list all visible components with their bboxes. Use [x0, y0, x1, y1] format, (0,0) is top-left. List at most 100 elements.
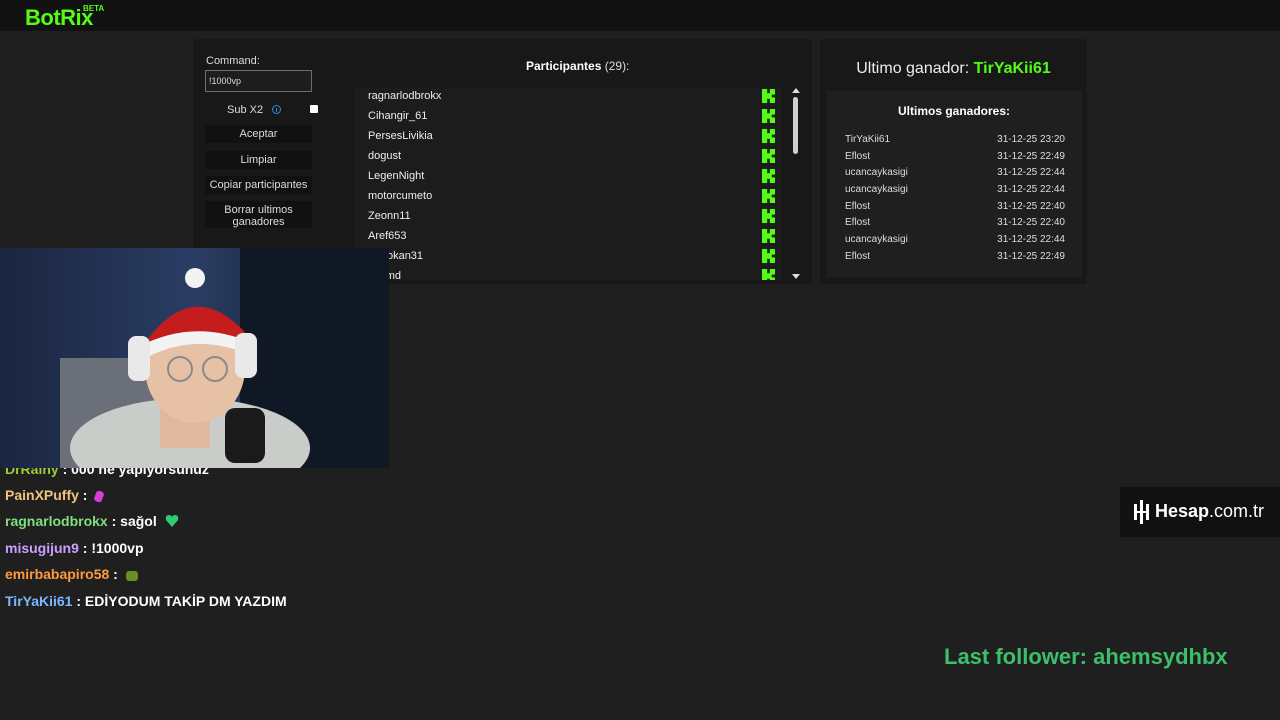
chat-text: EDİYODUM TAKİP DM YAZDIM	[84, 593, 287, 609]
participants-scrollbar[interactable]	[791, 88, 801, 279]
winner-date: 31-12-25 22:40	[997, 217, 1065, 228]
chat-username[interactable]: misugijun9	[5, 540, 79, 556]
kick-icon	[762, 109, 775, 123]
list-item[interactable]: Cihangir_61	[353, 107, 783, 127]
table-row: ucancaykasigi 31-12-25 22:44	[845, 167, 1065, 183]
hesap-logo-icon	[1134, 500, 1149, 524]
winner-date: 31-12-25 22:44	[997, 234, 1065, 245]
participants-title: Participantes (29):	[526, 59, 629, 73]
table-row: ucancaykasigi 31-12-25 22:44	[845, 234, 1065, 250]
winner-name: Eflost	[845, 151, 871, 162]
participants-count: (29):	[604, 59, 630, 73]
chat-username[interactable]: ragnarlodbrokx	[5, 513, 108, 529]
kick-icon	[762, 129, 775, 143]
chat-username[interactable]: PainXPuffy	[5, 487, 79, 503]
kick-icon	[762, 149, 775, 163]
kick-icon	[762, 89, 775, 103]
list-item[interactable]: PersesLivikia	[353, 127, 783, 147]
table-row: Eflost 31-12-25 22:49	[845, 151, 1065, 167]
emote-icon	[93, 489, 105, 504]
winner-date: 31-12-25 22:49	[997, 251, 1065, 262]
kick-icon	[762, 209, 775, 223]
table-row: Eflost 31-12-25 22:40	[845, 201, 1065, 217]
table-row: ucancaykasigi 31-12-25 22:44	[845, 184, 1065, 200]
winners-list-title: Ultimos ganadores:	[897, 104, 1011, 118]
chat-text: sağol	[120, 513, 157, 529]
participant-name: Cihangir_61	[368, 110, 428, 122]
participant-name: PersesLivikia	[368, 130, 433, 142]
delete-winners-button[interactable]: Borrar ultimos ganadores	[205, 201, 312, 228]
command-label: Command:	[206, 55, 260, 67]
participant-name: Zeonn11	[368, 210, 411, 222]
winners-panel: Ultimo ganador: TirYaKii61 Ultimos ganad…	[820, 39, 1087, 284]
winners-list: Ultimos ganadores: TirYaKii61 31-12-25 23…	[826, 91, 1082, 277]
list-item[interactable]: motorcumeto	[353, 187, 783, 207]
chat-message: TirYaKii61 : EDİYODUM TAKİP DM YAZDIM	[5, 593, 287, 609]
streamer-webcam-image	[0, 248, 389, 468]
info-icon[interactable]	[272, 105, 281, 114]
list-item[interactable]: ragnarlodbrokx	[353, 87, 783, 107]
last-winner: Ultimo ganador: TirYaKii61	[820, 60, 1087, 78]
winner-name: ucancaykasigi	[845, 167, 908, 178]
subx2-checkbox[interactable]	[310, 105, 318, 113]
chat-message: emirbabapiro58 :	[5, 566, 138, 582]
top-bar: BotRix BETA	[0, 0, 1280, 31]
accept-button[interactable]: Aceptar	[205, 125, 312, 143]
table-row: Eflost 31-12-25 22:49	[845, 251, 1065, 267]
winner-name: Eflost	[845, 201, 871, 212]
winner-name: ucancaykasigi	[845, 184, 908, 195]
winner-date: 31-12-25 22:40	[997, 201, 1065, 212]
participant-name: motorcumeto	[368, 190, 433, 202]
list-item[interactable]: Zeonn11	[353, 207, 783, 227]
subx2-label: Sub X2	[227, 104, 264, 116]
winner-name: TirYaKii61	[845, 134, 891, 145]
chat-text: !1000vp	[91, 540, 144, 556]
last-winner-label: Ultimo ganador:	[856, 60, 970, 77]
participant-name: Aref653	[368, 230, 407, 242]
last-follower-label: Last follower: ahemsydhbx	[944, 644, 1228, 669]
last-winner-name: TirYaKii61	[973, 60, 1051, 77]
scroll-up-icon[interactable]	[792, 88, 800, 93]
kick-icon	[762, 169, 775, 183]
winner-name: Eflost	[845, 217, 871, 228]
table-row: Eflost 31-12-25 22:40	[845, 217, 1065, 233]
green-heart-icon	[165, 515, 178, 527]
kick-icon	[762, 189, 775, 203]
winner-date: 31-12-25 22:44	[997, 167, 1065, 178]
participant-name: dogust	[368, 150, 402, 162]
kick-icon	[762, 249, 775, 263]
table-row: TirYaKii61 31-12-25 23:20	[845, 134, 1065, 150]
participant-name: ragnarlodbrokx	[368, 90, 442, 102]
kick-icon	[762, 269, 775, 280]
kick-icon	[762, 229, 775, 243]
list-item[interactable]: LegenNight	[353, 167, 783, 187]
winner-date: 31-12-25 22:49	[997, 151, 1065, 162]
participant-name: LegenNight	[368, 170, 425, 182]
chat-username[interactable]: TirYaKii61	[5, 593, 72, 609]
winner-name: ucancaykasigi	[845, 234, 908, 245]
participants-title-label: Participantes	[526, 59, 602, 73]
command-input[interactable]	[205, 70, 312, 92]
clear-button[interactable]: Limpiar	[205, 151, 312, 169]
emote-icon	[125, 571, 138, 581]
chat-message: misugijun9 : !1000vp	[5, 540, 144, 556]
chat-username[interactable]: emirbabapiro58	[5, 566, 109, 582]
sponsor-brand: Hesap	[1155, 501, 1210, 521]
list-item[interactable]: ukdmd	[353, 267, 783, 280]
sponsor-name: Hesap.com.tr	[1155, 501, 1264, 522]
scroll-thumb[interactable]	[793, 97, 798, 154]
list-item[interactable]: akSokan31	[353, 247, 783, 267]
winner-name: Eflost	[845, 251, 871, 262]
chat-message: PainXPuffy :	[5, 487, 105, 504]
sponsor-badge: Hesap.com.tr	[1120, 487, 1280, 537]
winner-date: 31-12-25 23:20	[997, 134, 1065, 145]
list-item[interactable]: dogust	[353, 147, 783, 167]
list-item[interactable]: Aref653	[353, 227, 783, 247]
copy-participants-button[interactable]: Copiar participantes	[205, 176, 312, 194]
winner-date: 31-12-25 22:44	[997, 184, 1065, 195]
chat-message: ragnarlodbrokx : sağol	[5, 513, 179, 529]
sponsor-suffix: .com.tr	[1209, 501, 1265, 521]
beta-badge: BETA	[83, 4, 105, 13]
participants-list[interactable]: ragnarlodbrokx Cihangir_61 PersesLivikia…	[353, 87, 783, 280]
scroll-down-icon[interactable]	[792, 274, 800, 279]
